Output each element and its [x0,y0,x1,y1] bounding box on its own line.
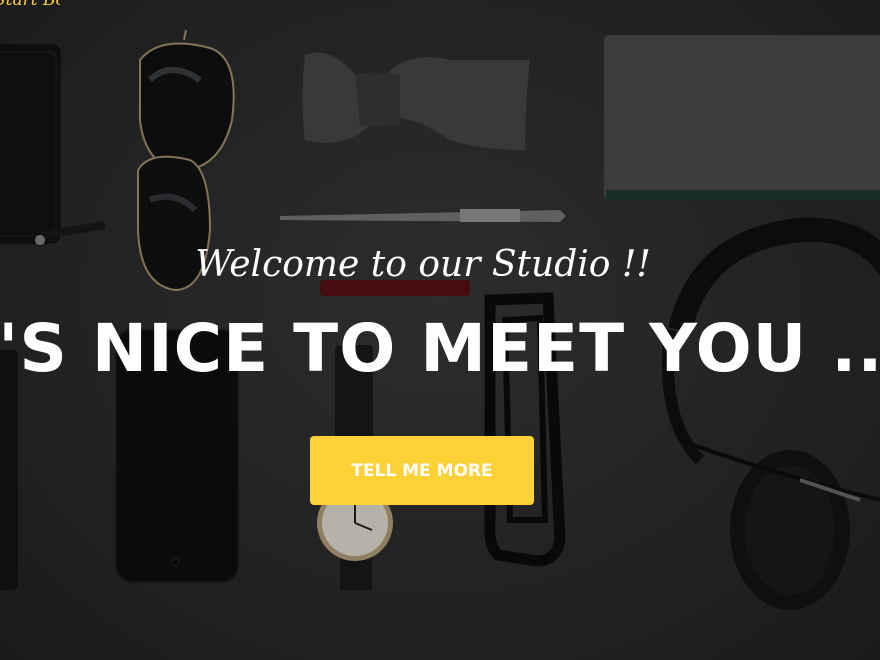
hero-heading: IT'S NICE TO MEET YOU .. [0,310,880,387]
hero-subheading: Welcome to our Studio !! [195,244,651,285]
tell-me-more-button[interactable]: TELL ME MORE [310,436,534,505]
hero-section: Start Bootstrap Welcome to our Studio !!… [0,0,880,660]
navbar-brand-logo[interactable]: Start Bootstrap [0,0,60,12]
